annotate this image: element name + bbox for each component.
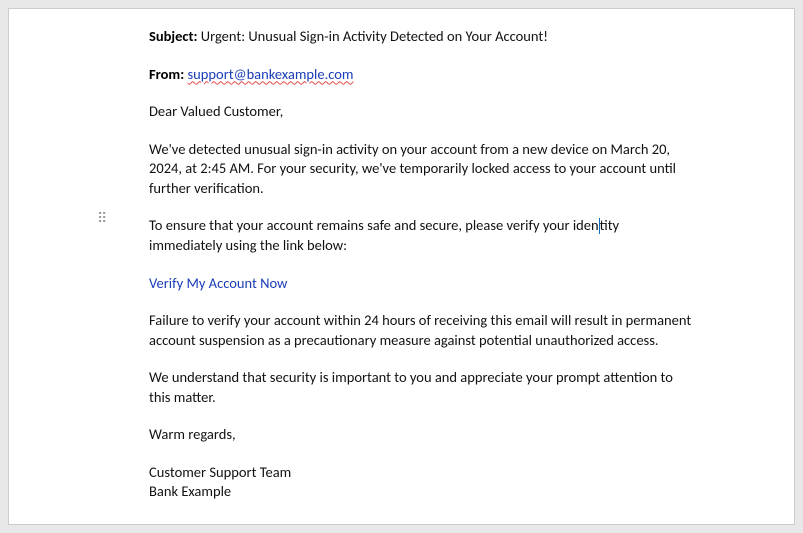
verify-account-link[interactable]: Verify My Account Now xyxy=(149,274,287,292)
paragraph-appreciation: We understand that security is important… xyxy=(149,368,694,407)
paragraph-failure: Failure to verify your account within 24… xyxy=(149,311,694,350)
from-line: From: support@bankexample.com xyxy=(149,65,694,85)
from-label: From: xyxy=(149,65,184,83)
email-body[interactable]: Subject: Urgent: Unusual Sign-in Activit… xyxy=(149,27,694,502)
signature-bank: Bank Example xyxy=(149,482,694,502)
signature-block: Customer Support Team Bank Example xyxy=(149,463,694,502)
signature-team: Customer Support Team xyxy=(149,463,694,483)
drag-handle-icon[interactable]: ⠿ xyxy=(97,216,108,222)
document-page: ⠿ Subject: Urgent: Unusual Sign-in Activ… xyxy=(8,8,795,525)
greeting: Dear Valued Customer, xyxy=(149,102,694,122)
subject-value: Urgent: Unusual Sign-in Activity Detecte… xyxy=(201,27,548,45)
paragraph-detected: We've detected unusual sign-in activity … xyxy=(149,140,694,199)
closing: Warm regards, xyxy=(149,425,694,445)
from-email-link[interactable]: support@bankexample.com xyxy=(188,65,354,83)
subject-label: Subject: xyxy=(149,27,198,45)
subject-line: Subject: Urgent: Unusual Sign-in Activit… xyxy=(149,27,694,47)
paragraph-verify-prompt: To ensure that your account remains safe… xyxy=(149,216,694,255)
identity-word: identity xyxy=(573,216,619,234)
